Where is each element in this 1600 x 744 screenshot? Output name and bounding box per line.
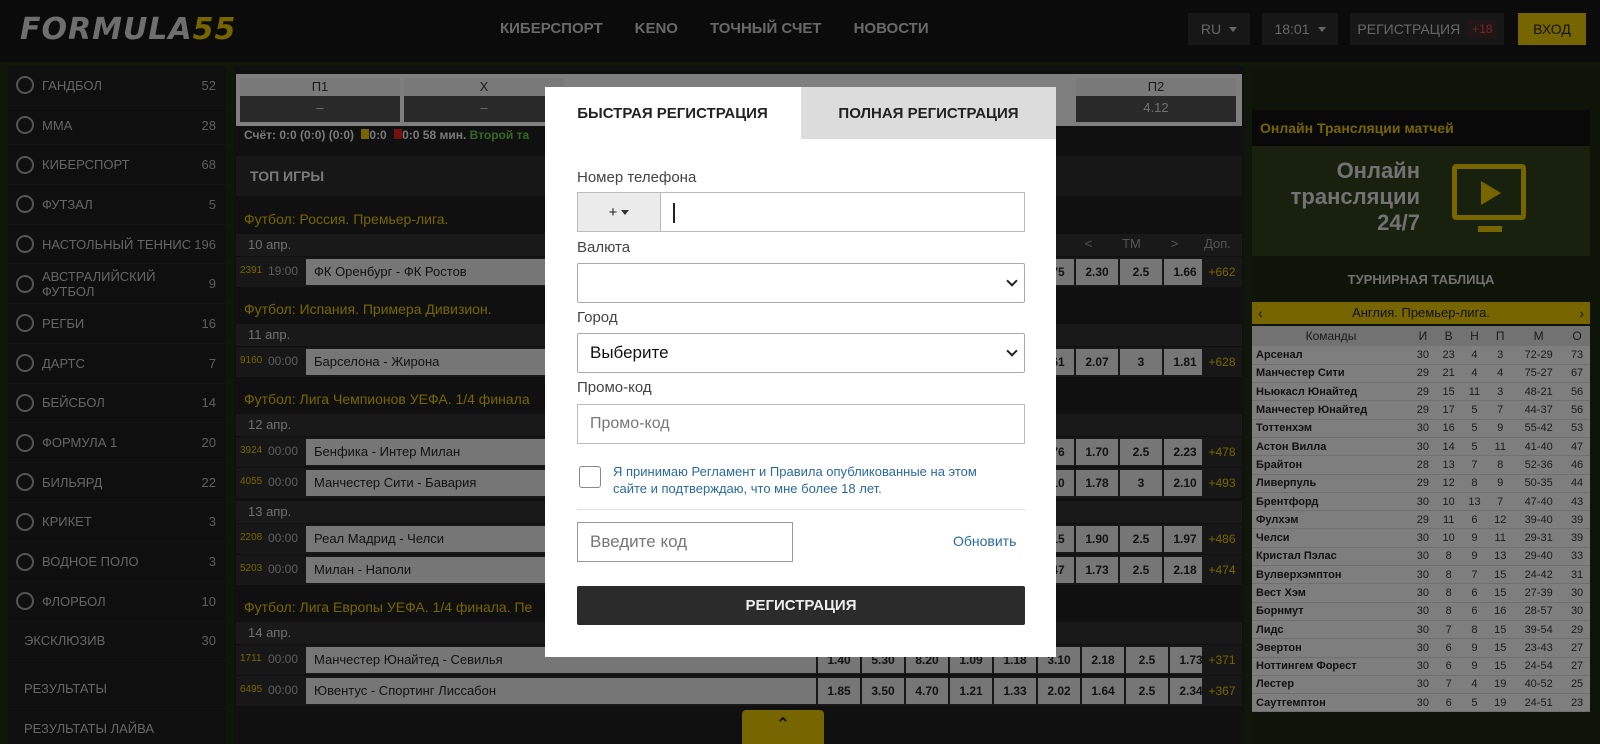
registration-modal: БЫСТРАЯ РЕГИСТРАЦИЯ ПОЛНАЯ РЕГИСТРАЦИЯ Н… bbox=[545, 87, 1056, 657]
chevron-down-icon bbox=[1006, 275, 1018, 287]
city-select[interactable]: Выберите bbox=[577, 333, 1025, 373]
city-value: Выберите bbox=[590, 343, 669, 362]
divider bbox=[577, 509, 1025, 510]
registration-tabs: БЫСТРАЯ РЕГИСТРАЦИЯ ПОЛНАЯ РЕГИСТРАЦИЯ bbox=[545, 87, 1056, 139]
phone-label: Номер телефона bbox=[577, 169, 697, 186]
text-cursor bbox=[673, 203, 675, 223]
currency-label: Валюта bbox=[577, 239, 631, 256]
chevron-down-icon bbox=[1006, 345, 1018, 357]
currency-select[interactable] bbox=[577, 263, 1025, 303]
register-submit-button[interactable]: РЕГИСТРАЦИЯ bbox=[577, 586, 1025, 625]
city-label: Город bbox=[577, 309, 618, 326]
terms-checkbox[interactable] bbox=[579, 466, 601, 488]
tab-quick-registration[interactable]: БЫСТРАЯ РЕГИСТРАЦИЯ bbox=[545, 87, 800, 139]
captcha-code-input[interactable]: Введите код bbox=[577, 522, 793, 562]
phone-input[interactable] bbox=[660, 192, 1025, 232]
submit-label: РЕГИСТРАЦИЯ bbox=[745, 597, 857, 614]
code-placeholder: Введите код bbox=[590, 532, 688, 551]
terms-agreement-text[interactable]: Я принимаю Регламент и Правила опубликов… bbox=[613, 463, 1013, 497]
promo-placeholder: Промо-код bbox=[590, 415, 670, 432]
tab-full-registration[interactable]: ПОЛНАЯ РЕГИСТРАЦИЯ bbox=[801, 87, 1056, 139]
promo-code-input[interactable]: Промо-код bbox=[577, 404, 1025, 444]
refresh-captcha-link[interactable]: Обновить bbox=[953, 533, 1016, 549]
phone-country-select[interactable]: + bbox=[577, 192, 661, 232]
promo-label: Промо-код bbox=[577, 379, 652, 396]
phone-prefix-value: + bbox=[608, 203, 618, 221]
chevron-down-icon bbox=[621, 209, 630, 215]
